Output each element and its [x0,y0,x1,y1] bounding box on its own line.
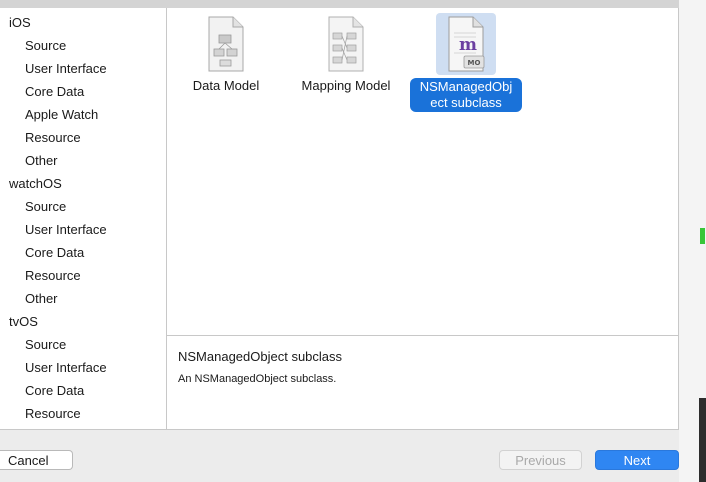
template-label-mapping-model: Mapping Model [301,78,391,93]
sidebar-item-tvos-user-interface[interactable]: User Interface [0,356,166,379]
window-top-strip [0,0,706,8]
sidebar-item-tvos-resource[interactable]: Resource [0,402,166,425]
background-green-mark [700,228,705,244]
template-category-sidebar[interactable]: iOS Source User Interface Core Data Appl… [0,8,167,430]
mapping-model-doc-icon [316,13,376,75]
sidebar-item-ios-source[interactable]: Source [0,34,166,57]
background-window-edge [679,0,706,482]
sidebar-item-tvos-source[interactable]: Source [0,333,166,356]
template-details-panel: NSManagedObject subclass An NSManagedObj… [167,336,678,429]
managed-object-badge-text: MO [468,59,481,67]
template-grid: Data Model Mapping Model m MO NSManagedO… [167,8,678,335]
details-title: NSManagedObject subclass [178,349,343,364]
sidebar-item-watchos-source[interactable]: Source [0,195,166,218]
background-dark-panel [699,398,706,482]
managed-object-badge-letter: m [459,35,477,55]
next-button[interactable]: Next [595,450,679,470]
template-data-model[interactable]: Data Model [168,13,284,113]
sidebar-item-ios-core-data[interactable]: Core Data [0,80,166,103]
sidebar-item-ios-other[interactable]: Other [0,149,166,172]
template-label-line-1: NSManagedObj [419,79,513,94]
template-nsmanagedobject-subclass[interactable]: m MO NSManagedObj ect subclass [408,13,524,113]
managed-object-doc-icon: m MO [436,13,496,75]
sidebar-item-ios-apple-watch[interactable]: Apple Watch [0,103,166,126]
previous-button[interactable]: Previous [499,450,582,470]
cancel-button[interactable]: Cancel [0,450,73,470]
sidebar-item-watchos-resource[interactable]: Resource [0,264,166,287]
template-label-nsmanagedobject-subclass: NSManagedObj ect subclass [410,78,522,112]
sidebar-group-tvos[interactable]: tvOS [0,310,166,333]
sidebar-item-tvos-core-data[interactable]: Core Data [0,379,166,402]
sidebar-item-watchos-other[interactable]: Other [0,287,166,310]
data-model-doc-icon [196,13,256,75]
sidebar-group-ios[interactable]: iOS [0,11,166,34]
sidebar-item-ios-user-interface[interactable]: User Interface [0,57,166,80]
sidebar-item-watchos-user-interface[interactable]: User Interface [0,218,166,241]
template-label-line-2: ect subclass [430,95,502,110]
sidebar-group-watchos[interactable]: watchOS [0,172,166,195]
sidebar-item-ios-resource[interactable]: Resource [0,126,166,149]
details-description: An NSManagedObject subclass. [178,373,337,385]
template-label-data-model: Data Model [192,78,260,93]
template-content-pane: Data Model Mapping Model m MO NSManagedO… [167,8,679,430]
template-mapping-model[interactable]: Mapping Model [288,13,404,113]
sidebar-item-watchos-core-data[interactable]: Core Data [0,241,166,264]
